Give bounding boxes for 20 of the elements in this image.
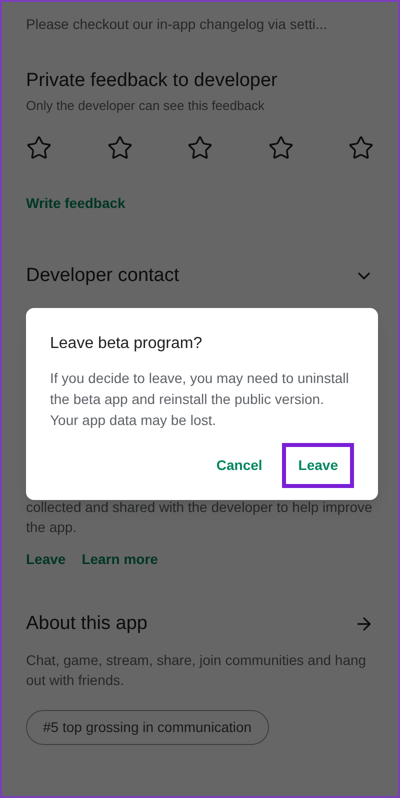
beta-text: collected and shared with the developer to help improve the app. [26,498,374,536]
write-feedback-link[interactable]: Write feedback [26,193,126,214]
link[interactable]: Learn more [82,548,158,570]
star-icon[interactable] [268,135,294,161]
link[interactable]: Leave [26,548,66,570]
star-icon[interactable] [187,135,213,161]
changelog-text: Please checkout our in-app changelog via setti... [26,15,328,34]
dialog-button[interactable]: Cancel [200,443,278,488]
dialog-button[interactable]: Leave [282,443,354,488]
section-title: Private feedback to developer [26,69,278,93]
star-icon[interactable] [26,135,52,161]
section-title: About this app [26,612,148,636]
app-description: Chat, game, stream, share, join communities and hang out with friends. [26,651,368,690]
section-subtitle: Only the developer can see this feedback [26,96,266,115]
star-icon[interactable] [106,135,132,161]
star-icon[interactable] [348,135,374,161]
ranking-chip[interactable]: #5 top grossing in communication [26,710,269,745]
section-title: Developer contact [26,264,180,288]
dialog-message: If you decide to leave, you may need to uninstall the beta app and reinstall the public version. Your app data may be lost. [50,369,350,430]
dialog-title: Leave beta program? [50,334,204,354]
